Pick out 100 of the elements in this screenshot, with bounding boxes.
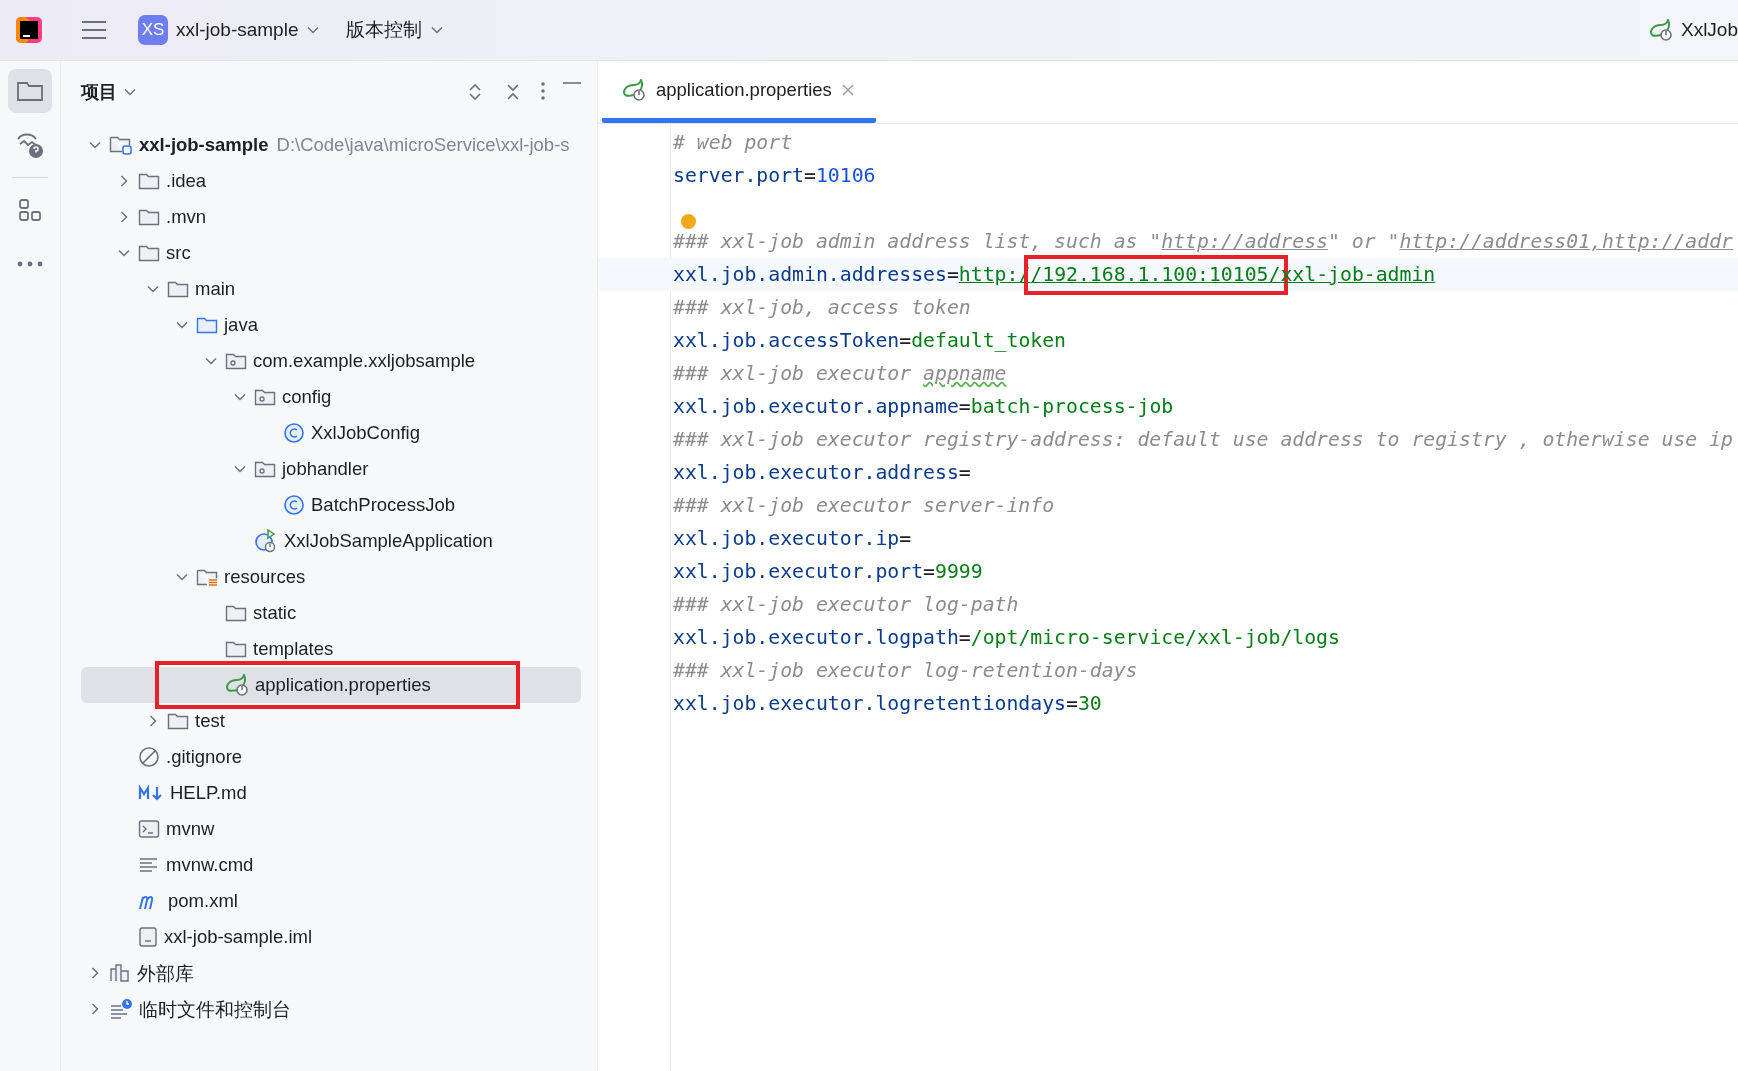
code-text: default_token [911, 329, 1067, 352]
spring-icon [225, 674, 249, 696]
tree-item[interactable]: .mvn [81, 199, 581, 235]
tree-item-label: jobhandler [282, 458, 369, 480]
project-path: D:\Code\java\microService\xxl-job-s [276, 134, 570, 156]
terminal-icon [138, 819, 160, 839]
code-text: xxl.job.executor.appname [673, 395, 959, 418]
run-configuration[interactable]: XxlJob [1640, 15, 1738, 45]
code-text: http://address01,http://addr [1399, 230, 1733, 253]
code-text: ### xxl-job executor [673, 362, 913, 385]
code-text: ### xxl-job executor server-info [673, 494, 1055, 517]
tool-window-button[interactable] [8, 69, 52, 113]
tree-item-label: mvnw.cmd [166, 854, 254, 876]
spring-icon [622, 78, 646, 101]
tree-item-label: xxl-job-sample [139, 134, 269, 156]
tree-item-label: java [224, 314, 258, 336]
tree-item[interactable]: mvnw [81, 811, 581, 847]
code-text: = [1066, 692, 1078, 715]
code-text: = [958, 461, 971, 484]
library-icon [109, 963, 131, 983]
markdown-icon [138, 784, 164, 802]
tree-item[interactable]: 临时文件和控制台 [81, 991, 581, 1027]
tree-item-label: mvnw [166, 818, 215, 840]
code-text: = [958, 626, 971, 649]
vcs-menu[interactable]: 版本控制 [338, 13, 453, 47]
code-text: ### xxl-job executor registry-address: default use address to registry , otherwise use ip [673, 428, 1733, 451]
code-text: xxl.job.executor.logretentiondays [673, 692, 1066, 715]
code-text: server.port [673, 164, 804, 187]
tree-item-label: XxlJobSampleApplication [284, 530, 493, 552]
code-text: 10106 [815, 164, 876, 187]
tree-item[interactable]: 外部库 [81, 955, 581, 991]
tree-item-label: pom.xml [168, 890, 238, 912]
tree-item[interactable]: mvnw.cmd [81, 847, 581, 883]
tree-item-label: static [253, 602, 297, 624]
folder-icon [16, 79, 44, 103]
spring-class-icon [254, 529, 278, 553]
code-text: xxl.job.executor.port [673, 560, 924, 583]
tree-item[interactable]: resources [81, 559, 581, 595]
code-text: xxl.job.accessToken [673, 329, 900, 352]
tree-item-label: .gitignore [166, 746, 243, 768]
code-text: ### xxl-job executor log-path [673, 593, 1019, 616]
code-text: xxl.job.admin.addresses [673, 263, 947, 286]
warning-icon[interactable] [681, 214, 696, 229]
package-icon [254, 459, 276, 479]
tree-item-label: templates [253, 638, 334, 660]
tree-item[interactable]: jobhandler [81, 451, 581, 487]
more-vertical-icon [541, 82, 545, 100]
code-text: " or " [1328, 230, 1400, 253]
code-text: appname [923, 362, 1007, 385]
folder-icon [138, 171, 160, 191]
tree-item-label: HELP.md [170, 782, 247, 804]
code-text: # web port [673, 131, 793, 154]
tree-item-label: xxl-job-sample.iml [164, 926, 313, 948]
code-text: batch-process-job [970, 395, 1174, 418]
project-badge: XS [138, 15, 168, 45]
code-text: xxl.job.executor.logpath [673, 626, 959, 649]
code-text: 9999 [935, 560, 983, 583]
tree-item-label: BatchProcessJob [311, 494, 455, 516]
panel-title[interactable]: 项目 [81, 80, 137, 104]
editor-tab[interactable]: application.properties [602, 61, 876, 123]
code-text: 30 [1077, 692, 1102, 715]
tree-item[interactable]: pom.xml [81, 883, 581, 919]
tree-item[interactable]: .gitignore [81, 739, 581, 775]
tree-item[interactable]: XxlJobConfig [81, 415, 581, 451]
spring-icon [1648, 19, 1673, 41]
code-text: ### xxl-job admin address list, such as " [673, 230, 1162, 253]
tree-item[interactable]: application.properties [81, 667, 581, 703]
tree-item[interactable]: HELP.md [81, 775, 581, 811]
code-text: ### xxl-job, access token [673, 296, 971, 319]
code-text: xxl.job.executor.ip [673, 527, 900, 550]
tree-item[interactable]: xxl-job-sample D:\Code\java\microService\xxl-job-s [81, 127, 581, 163]
tree-item[interactable]: templates [81, 631, 581, 667]
tree-item[interactable]: config [81, 379, 581, 415]
code-text: /192.168.1.100:10105/ [1030, 263, 1281, 286]
folder-icon [196, 315, 218, 335]
tree-item[interactable]: java [81, 307, 581, 343]
tree-item[interactable]: static [81, 595, 581, 631]
code-text: xxl.job.executor.address [673, 461, 959, 484]
tree-item[interactable]: test [81, 703, 581, 739]
tree-item[interactable]: XxlJobSampleApplication [81, 523, 581, 559]
folder-icon [138, 243, 160, 263]
tree-item[interactable]: .idea [81, 163, 581, 199]
close-icon[interactable] [841, 83, 854, 96]
tree-item[interactable]: xxl-job-sample.iml [81, 919, 581, 955]
code-text: = [923, 560, 936, 583]
tree-item-label: .mvn [166, 206, 207, 228]
tree-item-label: 外部库 [137, 961, 194, 986]
tree-item[interactable]: com.example.xxljobsample [81, 343, 581, 379]
tab-label: application.properties [656, 78, 832, 101]
tree-item-label: XxlJobConfig [311, 422, 420, 444]
folder-icon [167, 711, 189, 731]
project-switcher[interactable]: XS xxl-job-sample [130, 11, 329, 49]
text-file-icon [138, 855, 160, 875]
code-text: = [899, 527, 912, 550]
code-text: = [899, 329, 912, 352]
tree-item[interactable]: BatchProcessJob [81, 487, 581, 523]
tree-item[interactable]: src [81, 235, 581, 271]
tree-item[interactable]: main [81, 271, 581, 307]
tree-item-label: src [166, 242, 191, 264]
code-text: ### xxl-job executor log-retention-days [673, 659, 1138, 682]
